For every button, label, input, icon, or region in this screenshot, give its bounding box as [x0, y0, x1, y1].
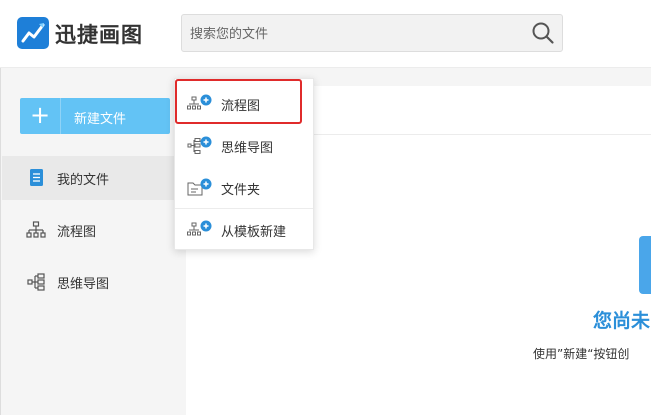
- brand-name[interactable]: 迅捷画图: [55, 19, 143, 49]
- top-bar: 迅捷画图: [0, 0, 651, 68]
- menu-item-label: 从模板新建: [221, 225, 287, 240]
- sidebar-item-label: 我的文件: [57, 173, 110, 188]
- flowchart-add-icon: [187, 94, 212, 110]
- sidebar-item-mindmap[interactable]: 思维导图: [2, 260, 187, 304]
- sidebar: + 新建文件 我的文件 流程图 思维导图: [0, 68, 187, 415]
- sidebar-item-my-files[interactable]: 我的文件: [2, 156, 187, 200]
- sidebar-item-label: 流程图: [57, 225, 97, 240]
- flowchart-icon: [26, 221, 46, 238]
- folder-add-icon: [187, 178, 212, 196]
- empty-state-illustration: [639, 236, 651, 294]
- empty-state-hint: 使用”新建“按钮创: [533, 347, 630, 361]
- new-file-dropdown-menu: 流程图 思维导图 文件夹 从模板新建: [174, 78, 314, 250]
- new-file-label: 新建文件: [74, 112, 127, 127]
- empty-state-title: 您尚未: [593, 310, 651, 332]
- document-icon: [30, 169, 43, 186]
- new-file-button[interactable]: + 新建文件: [20, 98, 170, 134]
- menu-item-folder[interactable]: 文件夹: [175, 167, 313, 207]
- menu-item-mindmap[interactable]: 思维导图: [175, 125, 313, 165]
- template-add-icon: [187, 220, 212, 236]
- menu-item-label: 流程图: [221, 99, 261, 114]
- mindmap-icon: [27, 273, 45, 291]
- sidebar-item-flowchart[interactable]: 流程图: [2, 208, 187, 252]
- search-input[interactable]: [188, 23, 522, 45]
- menu-item-label: 思维导图: [221, 141, 274, 156]
- menu-item-from-template[interactable]: 从模板新建: [175, 209, 313, 249]
- sidebar-item-label: 思维导图: [57, 277, 110, 292]
- menu-item-flowchart[interactable]: 流程图: [175, 83, 313, 123]
- app-logo-icon[interactable]: [17, 17, 49, 49]
- search-box: [181, 14, 563, 52]
- menu-item-label: 文件夹: [221, 183, 261, 198]
- plus-icon: +: [20, 98, 61, 134]
- mindmap-add-icon: [187, 136, 212, 154]
- search-icon[interactable]: [531, 21, 555, 45]
